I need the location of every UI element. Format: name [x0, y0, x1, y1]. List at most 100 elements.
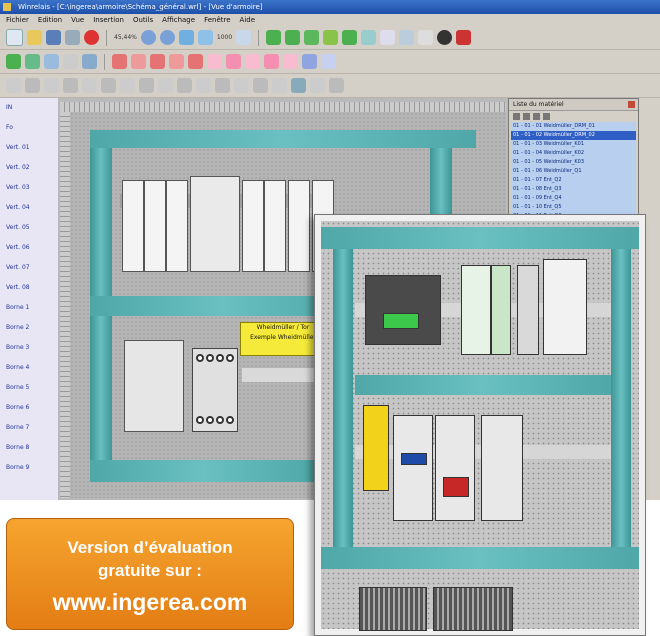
sidebar-item[interactable]: Borne 9	[0, 458, 58, 478]
io-module[interactable]	[461, 265, 491, 355]
scale-value[interactable]: 1000	[217, 34, 232, 41]
circuit-breaker[interactable]	[122, 180, 144, 272]
sidebar-item[interactable]: Borne 3	[0, 338, 58, 358]
new-file-icon[interactable]	[6, 29, 23, 46]
component-green-icon[interactable]	[323, 30, 339, 45]
move-icon[interactable]	[6, 54, 21, 69]
save-icon[interactable]	[46, 30, 61, 45]
sidebar-item[interactable]: Borne 1	[0, 298, 58, 318]
menu-edit[interactable]: Edition	[38, 14, 62, 26]
sidebar-item[interactable]: Vert. 06	[0, 238, 58, 258]
grid-icon[interactable]	[236, 30, 252, 45]
sidebar-item[interactable]: Borne 6	[0, 398, 58, 418]
material-row[interactable]: 01 - 01 - 04 Weidmüller_K02	[511, 149, 636, 158]
cabinet-bottom-rail[interactable]	[90, 460, 316, 482]
align-icon[interactable]	[44, 78, 59, 93]
page-icon[interactable]	[418, 30, 434, 45]
cabinet-top-rail[interactable]	[90, 130, 476, 148]
evaluation-banner[interactable]: Version d’évaluation gratuite sur : www.…	[6, 518, 294, 630]
arrow-icon[interactable]	[25, 54, 40, 69]
material-row[interactable]: 01 - 01 - 08 Ent_Q3	[511, 185, 636, 194]
menu-view[interactable]: Vue	[71, 14, 84, 26]
align-icon[interactable]	[63, 78, 78, 93]
align-icon[interactable]	[215, 78, 230, 93]
material-row[interactable]: 01 - 01 - 10 Ent_Q5	[511, 203, 636, 212]
sidebar-item[interactable]: Vert. 08	[0, 278, 58, 298]
component-green-icon[interactable]	[304, 30, 320, 45]
rotate-icon[interactable]	[44, 54, 59, 69]
select-icon[interactable]	[63, 54, 78, 69]
home-icon[interactable]	[543, 113, 550, 120]
contactor[interactable]	[435, 415, 475, 521]
shape-icon[interactable]	[283, 54, 298, 69]
circuit-breaker[interactable]	[166, 180, 188, 272]
menu-file[interactable]: Fichier	[6, 14, 29, 26]
sort-icon[interactable]	[523, 113, 530, 120]
open-folder-icon[interactable]	[27, 30, 42, 45]
contactor[interactable]	[393, 415, 433, 521]
align-icon[interactable]	[139, 78, 154, 93]
material-row[interactable]: 01 - 01 - 09 Ent_Q4	[511, 194, 636, 203]
fill-icon[interactable]	[302, 54, 317, 69]
sidebar-item[interactable]: Vert. 04	[0, 198, 58, 218]
material-row[interactable]: 01 - 01 - 06 Weidmüller_Q1	[511, 167, 636, 176]
line-icon[interactable]	[112, 54, 127, 69]
sidebar-item[interactable]: Vert. 03	[0, 178, 58, 198]
sidebar-item[interactable]: Vert. 01	[0, 138, 58, 158]
component-green-icon[interactable]	[266, 30, 282, 45]
sidebar-item[interactable]: IN	[0, 98, 58, 118]
zoom-level[interactable]: 45,44%	[114, 34, 137, 41]
align-icon[interactable]	[329, 78, 344, 93]
close-icon[interactable]	[628, 101, 635, 108]
align-icon[interactable]	[234, 78, 249, 93]
page-icon[interactable]	[380, 30, 396, 45]
link-icon[interactable]	[361, 30, 377, 45]
plc-controller[interactable]	[365, 275, 441, 345]
align-icon[interactable]	[177, 78, 192, 93]
cabinet-middle-rail[interactable]	[90, 296, 352, 316]
io-module[interactable]	[491, 265, 511, 355]
material-row[interactable]: 01 - 01 - 05 Weidmüller_K03	[511, 158, 636, 167]
menu-display[interactable]: Affichage	[162, 14, 195, 26]
shape-icon[interactable]	[207, 54, 222, 69]
align-icon[interactable]	[158, 78, 173, 93]
pan-icon[interactable]	[197, 30, 213, 45]
align-icon[interactable]	[82, 78, 97, 93]
circuit-breaker[interactable]	[264, 180, 286, 272]
differential-breaker[interactable]	[190, 176, 240, 272]
align-icon[interactable]	[253, 78, 268, 93]
print-icon[interactable]	[65, 30, 80, 45]
align-icon[interactable]	[25, 78, 40, 93]
relay-module[interactable]	[517, 265, 539, 355]
align-icon[interactable]	[272, 78, 287, 93]
menu-window[interactable]: Fenêtre	[204, 14, 230, 26]
terminal-strip[interactable]	[359, 587, 427, 631]
text-icon[interactable]	[150, 54, 165, 69]
zoom-in-icon[interactable]	[140, 30, 156, 45]
sidebar-item[interactable]: Borne 2	[0, 318, 58, 338]
stop-icon[interactable]	[84, 30, 99, 45]
sidebar-item[interactable]: Borne 8	[0, 438, 58, 458]
material-row[interactable]: 01 - 01 - 01 Weidmüller_DRM_01	[511, 122, 636, 131]
sidebar-item[interactable]: Borne 4	[0, 358, 58, 378]
sidebar-item[interactable]: Fo	[0, 118, 58, 138]
bullet-icon[interactable]	[437, 30, 453, 45]
filter-icon[interactable]	[513, 113, 520, 120]
distribute-icon[interactable]	[291, 78, 306, 93]
table-icon[interactable]	[399, 30, 415, 45]
pointer-icon[interactable]	[82, 54, 97, 69]
refresh-icon[interactable]	[533, 113, 540, 120]
material-row[interactable]: 01 - 01 - 03 Weidmüller_K01	[511, 140, 636, 149]
menu-help[interactable]: Aide	[240, 14, 255, 26]
circle-icon[interactable]	[188, 54, 203, 69]
material-row[interactable]: 01 - 01 - 07 Ent_Q2	[511, 176, 636, 185]
circuit-breaker[interactable]	[242, 180, 264, 272]
menu-insert[interactable]: Insertion	[93, 14, 124, 26]
fill-icon[interactable]	[321, 54, 336, 69]
shape-icon[interactable]	[245, 54, 260, 69]
align-icon[interactable]	[6, 78, 21, 93]
shape-icon[interactable]	[264, 54, 279, 69]
sidebar-item[interactable]: Vert. 05	[0, 218, 58, 238]
terminal-block[interactable]	[543, 259, 587, 355]
rect-icon[interactable]	[131, 54, 146, 69]
